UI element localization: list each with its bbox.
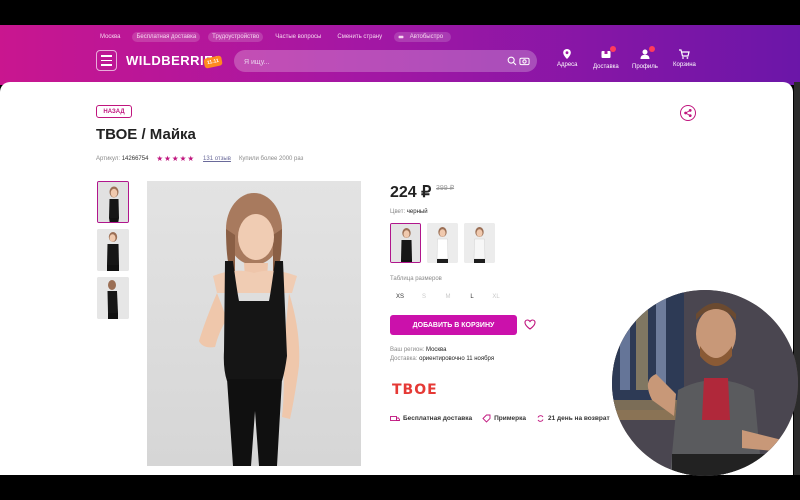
top-link-auto[interactable]: Автобыстро bbox=[394, 31, 452, 43]
features-row: Бесплатная доставка Примерка 21 день на … bbox=[390, 414, 610, 423]
scrollbar[interactable] bbox=[794, 82, 800, 475]
truck-icon bbox=[390, 415, 400, 421]
gallery-thumbnail[interactable] bbox=[97, 229, 129, 271]
top-links: Москва Бесплатная доставка Трудоустройст… bbox=[96, 31, 452, 43]
size-option[interactable]: L bbox=[462, 288, 482, 306]
feature-label: Примерка bbox=[494, 415, 527, 422]
menu-line bbox=[101, 55, 112, 57]
old-price: 399 ₽ bbox=[436, 185, 455, 192]
notification-badge bbox=[609, 46, 616, 52]
delivery-value: ориентировочно 11 ноября bbox=[419, 356, 495, 362]
product-photo bbox=[98, 182, 128, 222]
color-swatch-photo bbox=[427, 223, 458, 263]
nav-cart[interactable]: Корзина bbox=[673, 48, 696, 68]
cart-icon bbox=[679, 49, 691, 59]
top-link-city[interactable]: Москва bbox=[96, 32, 124, 42]
price: 224 ₽ bbox=[390, 184, 432, 201]
location-pin-icon bbox=[563, 49, 572, 59]
search-icon[interactable] bbox=[507, 56, 517, 66]
feature-label: Бесплатная доставка bbox=[403, 415, 473, 422]
nav-icon-wrap bbox=[639, 46, 655, 62]
region-line: Ваш регион: Москва bbox=[390, 347, 447, 353]
brand-logo[interactable]: ТВОЕ bbox=[392, 382, 438, 398]
reviews-link[interactable]: 131 отзыв bbox=[203, 156, 231, 162]
model-photo bbox=[199, 193, 300, 466]
color-option-light[interactable] bbox=[464, 223, 495, 263]
webcam-overlay bbox=[612, 290, 798, 476]
gallery-thumbnail[interactable] bbox=[97, 181, 129, 223]
color-option-black[interactable] bbox=[390, 223, 421, 263]
size-option[interactable]: XS bbox=[390, 288, 410, 306]
return-arrows-icon bbox=[537, 415, 544, 422]
size-option[interactable]: S bbox=[414, 288, 434, 306]
feature-label: 21 день на возврат bbox=[548, 415, 610, 422]
article-label: Артикул: bbox=[96, 155, 121, 162]
feature-return: 21 день на возврат bbox=[536, 414, 610, 423]
nav-profile[interactable]: Профиль bbox=[632, 46, 658, 70]
region-value: Москва bbox=[426, 347, 447, 353]
region-label: Ваш регион: bbox=[390, 347, 425, 353]
car-icon bbox=[398, 35, 404, 38]
gallery-thumbnail[interactable] bbox=[97, 277, 129, 319]
feature-fitting: Примерка bbox=[482, 414, 526, 423]
color-value: черный bbox=[406, 209, 428, 215]
delivery-label: Доставка: bbox=[390, 356, 418, 362]
nav-label: Корзина bbox=[673, 62, 696, 68]
article-number: 14266754 bbox=[121, 155, 149, 162]
nav-delivery[interactable]: Доставка bbox=[593, 46, 619, 70]
top-link-jobs[interactable]: Трудоустройство bbox=[208, 32, 264, 42]
top-link-faq[interactable]: Частые вопросы bbox=[271, 32, 325, 42]
nav-label: Профиль bbox=[632, 64, 658, 70]
product-meta: Артикул: 14266754 ★★★★★ 131 отзыв Купили… bbox=[96, 154, 303, 163]
size-selector: XS S M L XL bbox=[390, 288, 506, 306]
feature-free-delivery: Бесплатная доставка bbox=[390, 414, 472, 423]
favorite-heart-icon[interactable] bbox=[524, 319, 536, 330]
camera-icon[interactable] bbox=[519, 56, 530, 66]
rating-stars: ★★★★★ bbox=[156, 154, 196, 163]
size-option[interactable]: XL bbox=[486, 288, 506, 306]
delivery-line: Доставка: ориентировочно 11 ноября bbox=[390, 356, 494, 362]
menu-line bbox=[101, 64, 112, 66]
share-button[interactable] bbox=[680, 105, 696, 121]
nav-label: Доставка bbox=[593, 64, 619, 70]
product-photo bbox=[97, 277, 129, 319]
back-button[interactable]: НАЗАД bbox=[96, 105, 132, 118]
main-product-image[interactable] bbox=[147, 181, 361, 466]
search-input[interactable] bbox=[242, 54, 506, 70]
add-to-cart-button[interactable]: ДОБАВИТЬ В КОРЗИНУ bbox=[390, 315, 517, 335]
product-photo bbox=[97, 229, 129, 271]
color-swatch-photo bbox=[464, 223, 495, 263]
menu-line bbox=[101, 59, 112, 62]
nav-icon-wrap bbox=[600, 46, 616, 62]
color-label: Цвет: bbox=[390, 209, 406, 215]
notification-badge bbox=[648, 46, 655, 52]
search-bar bbox=[234, 50, 537, 72]
menu-button[interactable] bbox=[96, 50, 117, 71]
share-icon bbox=[684, 109, 692, 117]
size-table-link[interactable]: Таблица размеров bbox=[390, 276, 442, 282]
article: Артикул: 14266754 bbox=[96, 156, 148, 162]
presenter-video bbox=[612, 290, 798, 476]
purchase-count: Купили более 2000 раз bbox=[238, 155, 304, 162]
top-link-free-delivery[interactable]: Бесплатная доставка bbox=[132, 32, 201, 42]
color-option-white[interactable] bbox=[427, 223, 458, 263]
color-line: Цвет: черный bbox=[390, 209, 428, 215]
nav-addresses[interactable]: Адреса bbox=[557, 48, 578, 68]
size-option[interactable]: M bbox=[438, 288, 458, 306]
color-swatch-photo bbox=[391, 224, 420, 262]
top-link-change-country[interactable]: Сменить страну bbox=[333, 32, 386, 42]
tag-icon bbox=[482, 414, 491, 423]
nav-label: Адреса bbox=[557, 62, 578, 68]
product-title: ТВОЕ / Майка bbox=[96, 126, 196, 143]
